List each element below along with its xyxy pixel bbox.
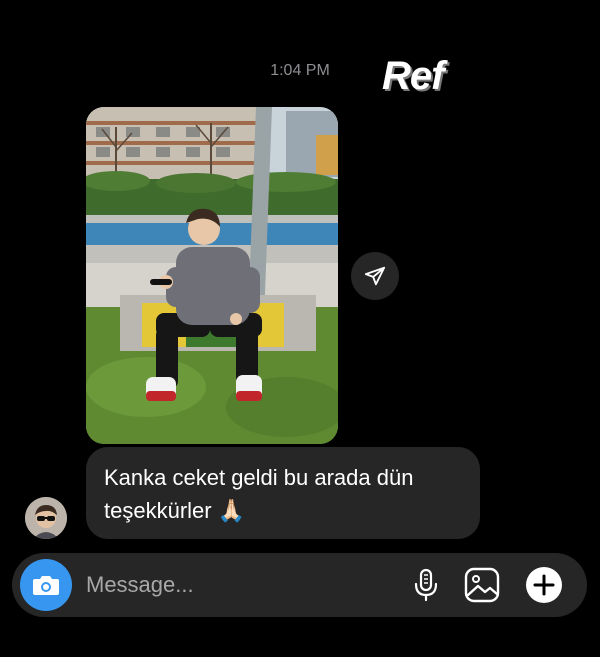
share-post-button[interactable] — [351, 252, 399, 300]
camera-button[interactable] — [20, 559, 72, 611]
gallery-icon — [464, 567, 500, 603]
message-bubble[interactable]: Kanka ceket geldi bu arada dün teşekkürl… — [86, 447, 480, 539]
add-button[interactable] — [524, 565, 564, 605]
message-composer — [12, 553, 587, 617]
message-timestamp: 1:04 PM — [270, 62, 330, 79]
user-avatar[interactable] — [25, 497, 67, 539]
plus-icon — [526, 567, 562, 603]
message-input[interactable] — [86, 567, 386, 603]
message-text: Kanka ceket geldi bu arada dün teşekkürl… — [104, 465, 414, 523]
gallery-button[interactable] — [462, 565, 502, 605]
ref-sticker: Ref — [382, 54, 444, 98]
microphone-button[interactable] — [406, 565, 446, 605]
photo-illustration — [86, 107, 338, 444]
avatar-image — [25, 497, 67, 539]
microphone-icon — [414, 568, 438, 602]
paper-plane-icon — [364, 266, 386, 286]
shared-photo[interactable] — [86, 107, 338, 444]
camera-icon — [33, 576, 59, 595]
